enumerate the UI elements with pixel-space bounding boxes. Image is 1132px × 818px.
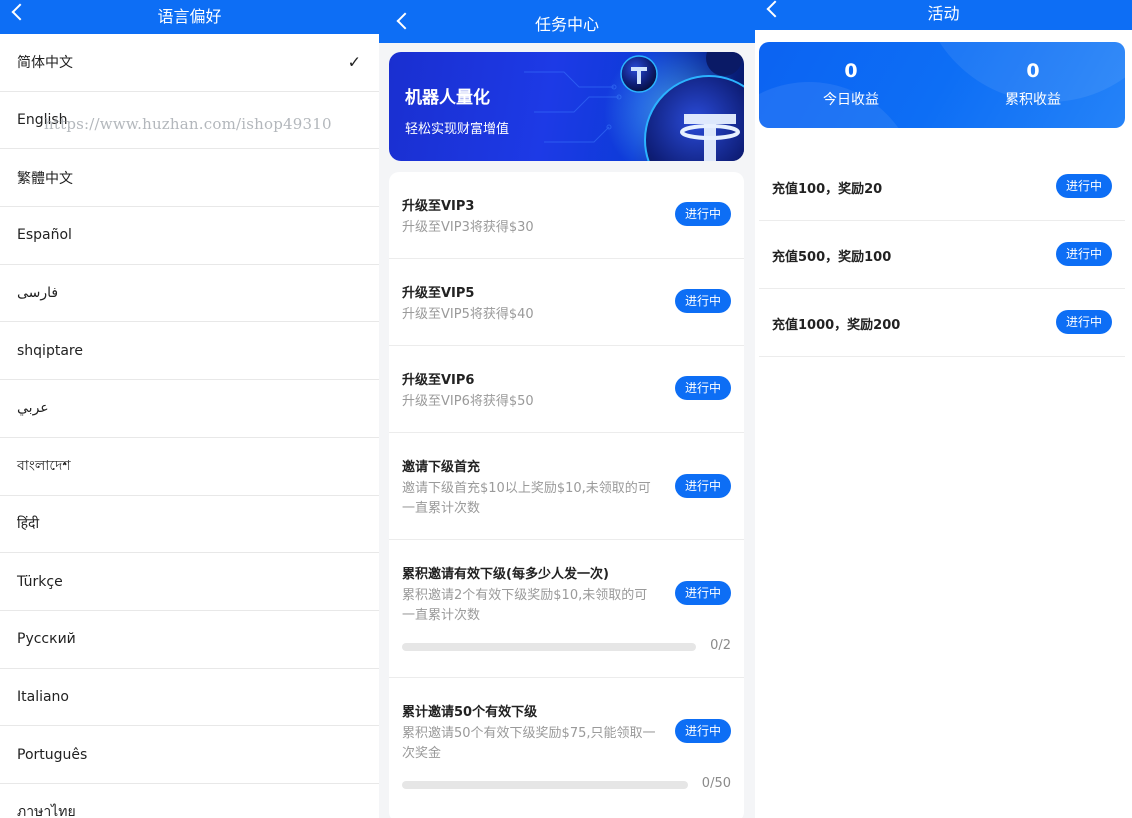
page-title: 语言偏好 [157,7,222,26]
earnings-card: 0 今日收益 0 累积收益 [759,42,1125,128]
banner-subtitle: 轻松实现财富增值 [405,122,510,137]
activity-status-button[interactable]: 进行中 [1056,174,1112,198]
language-item-tr[interactable]: Türkçe [0,553,379,611]
task-title: 升级至VIP5 [402,286,475,301]
task-list: 升级至VIP3 升级至VIP3将获得$30 进行中 升级至VIP5 升级至VIP… [389,172,744,818]
language-list: 简体中文 ✓ English 繁體中文 Español فارسی shqipt… [0,34,379,818]
task-item: 邀请下级首充 邀请下级首充$10以上奖励$10,未领取的可一直累计次数 进行中 [389,433,744,540]
language-label: Español [17,227,72,244]
page-title: 任务中心 [534,15,599,34]
banner-title: 机器人量化 [405,88,490,108]
language-label: Türkçe [17,573,63,590]
language-item-ar[interactable]: عربي [0,380,379,438]
language-item-sq[interactable]: shqiptare [0,322,379,381]
language-item-pt[interactable]: Português [0,726,379,784]
language-item-zh-hant[interactable]: 繁體中文 [0,149,379,208]
language-header: 语言偏好 [0,0,379,34]
activity-item: 充值100，奖励20 进行中 [759,153,1125,221]
task-status-button[interactable]: 进行中 [675,474,731,498]
task-status-button[interactable]: 进行中 [675,719,731,743]
task-title: 累计邀请50个有效下级 [402,705,538,720]
language-label: فارسی [17,285,59,302]
activity-item: 充值500，奖励100 进行中 [759,221,1125,289]
today-earnings-label: 今日收益 [823,92,879,108]
task-title: 升级至VIP3 [402,199,475,214]
activity-title: 充值100，奖励20 [772,182,883,197]
language-label: Italiano [17,688,69,705]
progress-count: 0/50 [701,776,731,791]
page-title: 活动 [927,4,960,23]
task-description: 升级至VIP6将获得$50 [402,394,534,409]
task-status-button[interactable]: 进行中 [675,581,731,605]
task-description: 邀请下级首充$10以上奖励$10,未领取的可一直累计次数 [402,481,651,516]
activity-header: 活动 [755,0,1132,30]
task-status-button[interactable]: 进行中 [675,376,731,400]
language-item-it[interactable]: Italiano [0,669,379,727]
task-description: 升级至VIP3将获得$30 [402,220,534,235]
language-label: عربي [17,400,49,417]
language-label: ภาษาไทย [17,804,76,818]
progress-bar [402,643,696,651]
today-earnings-value: 0 [844,60,858,82]
language-item-ru[interactable]: Русский [0,611,379,669]
task-item: 累计邀请50个有效下级 累积邀请50个有效下级奖励$75,只能领取一次奖金 进行… [389,678,744,818]
task-item: 升级至VIP6 升级至VIP6将获得$50 进行中 [389,346,744,433]
language-label: हिंदी [17,516,40,533]
task-item: 升级至VIP5 升级至VIP5将获得$40 进行中 [389,259,744,346]
task-title: 邀请下级首充 [402,460,481,475]
promo-banner[interactable]: 机器人量化 轻松实现财富增值 [389,52,744,161]
language-label: 简体中文 [17,55,73,72]
task-item: 升级至VIP3 升级至VIP3将获得$30 进行中 [389,172,744,259]
total-earnings: 0 累积收益 [963,60,1103,109]
coin-illustration-icon [524,52,744,161]
language-label: বাংলাদেশ [17,458,71,475]
language-item-fa[interactable]: فارسی [0,265,379,323]
task-item: 累积邀请有效下级(每多少人发一次) 累积邀请2个有效下级奖励$10,未领取的可一… [389,540,744,678]
task-description: 累积邀请2个有效下级奖励$10,未领取的可一直累计次数 [402,588,648,623]
task-title: 累积邀请有效下级(每多少人发一次) [402,567,609,582]
language-panel: 语言偏好 简体中文 ✓ English 繁體中文 Español فارسی s… [0,0,379,818]
language-item-es[interactable]: Español [0,207,379,265]
activity-title: 充值500，奖励100 [772,250,892,265]
activity-title: 充值1000，奖励200 [772,318,901,333]
activity-status-button[interactable]: 进行中 [1056,242,1112,266]
watermark: https://www.huzhan.com/ishop49310 [44,115,332,133]
task-header: 任务中心 [379,0,755,43]
language-label: Português [17,746,88,763]
task-description: 升级至VIP5将获得$40 [402,307,534,322]
task-description: 累积邀请50个有效下级奖励$75,只能领取一次奖金 [402,726,656,761]
language-label: 繁體中文 [17,170,73,187]
language-item-bn[interactable]: বাংলাদেশ [0,438,379,496]
progress-count: 0/2 [710,638,731,653]
task-title: 升级至VIP6 [402,373,475,388]
language-item-zh-hans[interactable]: 简体中文 ✓ [0,34,379,92]
activity-item: 充值1000，奖励200 进行中 [759,289,1125,357]
today-earnings: 0 今日收益 [781,60,921,109]
language-label: shqiptare [17,342,83,359]
activity-panel: 活动 0 今日收益 0 累积收益 充值100，奖励20 进行中 充值500，奖励… [755,0,1132,818]
language-item-th[interactable]: ภาษาไทย [0,784,379,818]
activity-status-button[interactable]: 进行中 [1056,310,1112,334]
progress-bar [402,781,688,789]
checkmark-icon: ✓ [347,52,361,72]
total-earnings-value: 0 [1026,60,1040,82]
language-label: Русский [17,631,76,648]
task-center-panel: 任务中心 机器人量化 轻松实现财富增值 升级至VIP3 升级至VIP3将获得$3… [379,0,755,818]
total-earnings-label: 累积收益 [1005,92,1061,108]
language-item-hi[interactable]: हिंदी [0,496,379,554]
task-status-button[interactable]: 进行中 [675,202,731,226]
task-status-button[interactable]: 进行中 [675,289,731,313]
